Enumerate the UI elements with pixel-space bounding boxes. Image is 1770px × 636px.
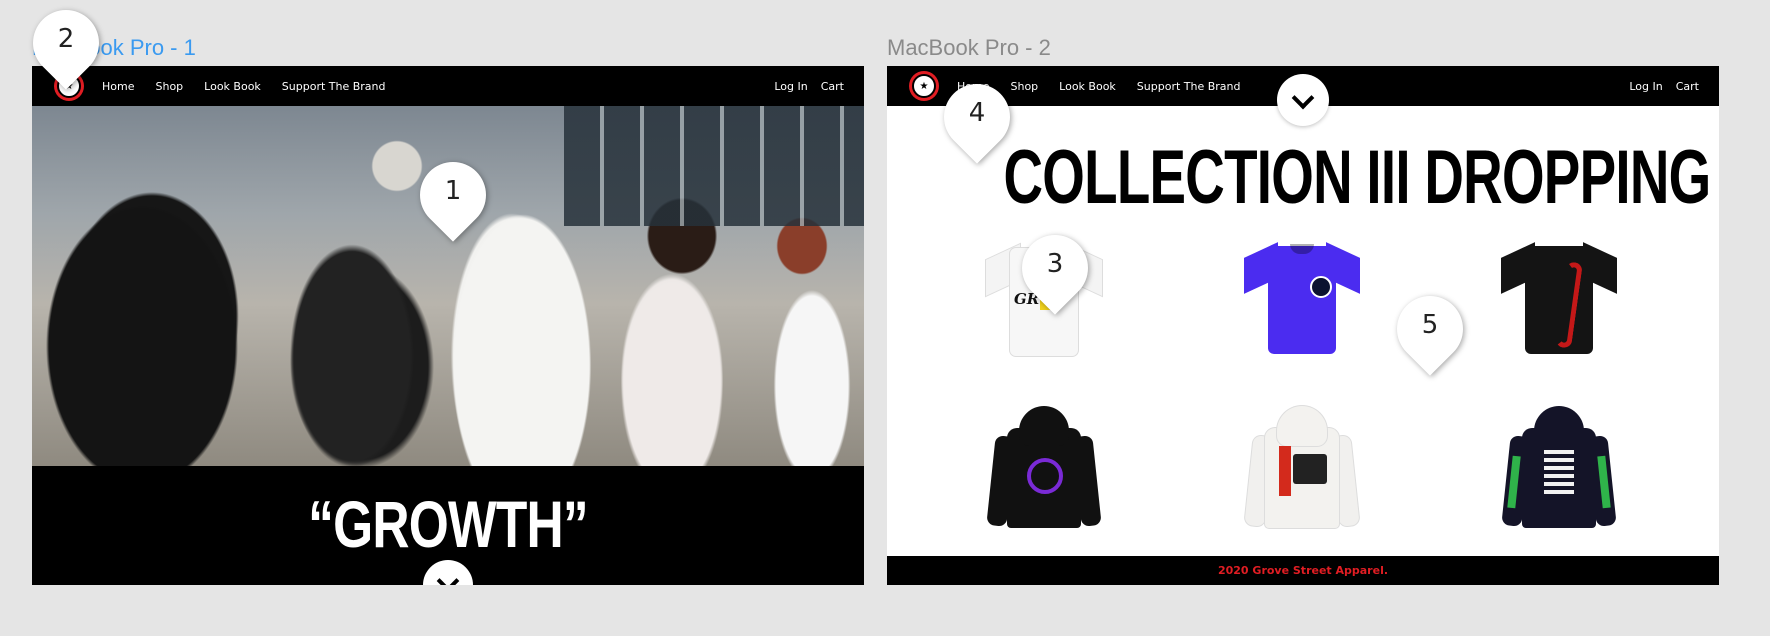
nav-cart[interactable]: Cart [1676, 80, 1699, 93]
nav-shop[interactable]: Shop [155, 80, 183, 93]
hotspot-pin-3[interactable]: 3 [1008, 221, 1102, 315]
people-in-photo [32, 106, 864, 466]
nav-home[interactable]: Home [102, 80, 134, 93]
pin-number: 1 [444, 176, 462, 206]
hero-title: “GROWTH” [308, 487, 588, 561]
footer-copyright: 2020 Grove Street Apparel. [1217, 564, 1389, 577]
hotspot-pin-5[interactable]: 5 [1383, 282, 1477, 376]
nav-cart[interactable]: Cart [821, 80, 844, 93]
scroll-up-button[interactable] [1277, 74, 1329, 126]
hotspot-pin-2[interactable]: 2 [19, 0, 113, 90]
collection-headline: COLLECTION III DROPPING SOON [1003, 135, 1719, 220]
nav-log-in[interactable]: Log In [1629, 80, 1662, 93]
frame-macbook-pro-2: ★ Home Shop Look Book Support The Brand … [887, 66, 1719, 585]
chevron-down-icon [436, 569, 460, 585]
laurel-logo-icon [1027, 458, 1063, 494]
site-footer: 2020 Grove Street Apparel. [887, 556, 1719, 585]
logo-mark-icon: ★ [912, 74, 936, 98]
nav-support-the-brand[interactable]: Support The Brand [282, 80, 386, 93]
product-white-print-hoodie[interactable] [1217, 398, 1387, 538]
chevron-down-icon [1291, 86, 1315, 110]
nav-look-book[interactable]: Look Book [1059, 80, 1116, 93]
nav-support-the-brand[interactable]: Support The Brand [1137, 80, 1241, 93]
hotspot-pin-4[interactable]: 4 [930, 70, 1024, 164]
hero-photo [32, 106, 864, 466]
nav-right: Log In Cart [1629, 80, 1719, 93]
scroll-down-button[interactable] [423, 560, 473, 585]
product-black-purple-hoodie[interactable] [959, 398, 1129, 538]
pin-number: 3 [1046, 249, 1064, 279]
pin-number: 2 [57, 24, 75, 54]
pin-number: 4 [968, 98, 986, 128]
nav-right: Log In Cart [774, 80, 864, 93]
frame-title-2[interactable]: MacBook Pro - 2 [887, 35, 1051, 61]
brand-logo[interactable]: ★ [909, 71, 939, 101]
nav-shop[interactable]: Shop [1010, 80, 1038, 93]
hotspot-pin-1[interactable]: 1 [406, 148, 500, 242]
pin-number: 5 [1421, 310, 1439, 340]
product-blue-tee[interactable] [1217, 228, 1387, 368]
nav-log-in[interactable]: Log In [774, 80, 807, 93]
product-skeleton-hoodie[interactable] [1474, 398, 1644, 538]
hero-title-band: “GROWTH” [32, 466, 864, 585]
ribcage-print-icon [1544, 450, 1574, 496]
frame-macbook-pro-1: ★ Home Shop Look Book Support The Brand … [32, 66, 864, 585]
graphic-print-icon [1279, 446, 1291, 496]
top-nav: ★ Home Shop Look Book Support The Brand … [32, 66, 864, 106]
globe-logo-icon [1310, 276, 1332, 298]
nav-look-book[interactable]: Look Book [204, 80, 261, 93]
product-black-snake-shirt[interactable] [1474, 228, 1644, 368]
